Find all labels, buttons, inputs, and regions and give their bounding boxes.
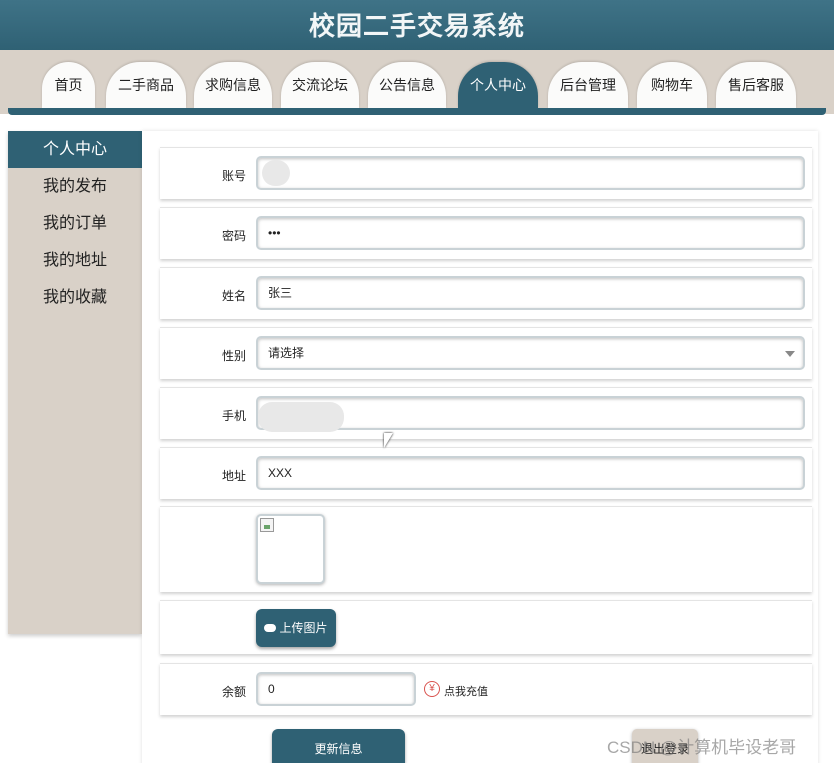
name-label: 姓名	[221, 289, 246, 303]
gender-select-value: 请选择	[268, 346, 305, 360]
redacted-account	[262, 160, 290, 186]
gender-select[interactable]: 请选择	[256, 336, 805, 370]
name-row: 姓名 张三	[160, 267, 812, 319]
app-title: 校园二手交易系统	[308, 11, 525, 41]
watermark: CSDN @计算机毕设老哥	[607, 738, 797, 757]
sidebar: 个人中心 我的发布 我的订单 我的地址 我的收藏	[8, 131, 142, 634]
sidebar-item-my-orders[interactable]: 我的订单	[8, 205, 142, 242]
address-row: 地址 XXX	[160, 447, 812, 499]
tab-home[interactable]: 首页	[42, 62, 95, 108]
balance-field: 0	[256, 672, 416, 706]
phone-row: 手机	[160, 387, 812, 439]
phone-label: 手机	[221, 409, 246, 423]
broken-image-icon	[260, 518, 274, 532]
avatar-preview	[256, 514, 325, 584]
balance-row: 余额 0 ¥ 点我充值	[160, 663, 812, 715]
sidebar-item-my-posts[interactable]: 我的发布	[8, 168, 142, 205]
sidebar-item-my-address[interactable]: 我的地址	[8, 242, 142, 279]
sidebar-item-my-favorites[interactable]: 我的收藏	[8, 279, 142, 316]
upload-image-button[interactable]: 上传图片	[256, 609, 336, 647]
account-row: 账号	[160, 147, 812, 199]
upload-label: 上传图片	[279, 621, 328, 635]
recharge-link[interactable]: 点我充值	[444, 683, 488, 699]
header-bar: 校园二手交易系统	[0, 0, 834, 50]
password-row: 密码 •••	[160, 207, 812, 259]
redacted-phone	[258, 402, 344, 432]
cloud-upload-icon	[264, 624, 277, 632]
address-label: 地址	[221, 469, 246, 483]
address-field[interactable]: XXX	[256, 456, 805, 490]
name-field[interactable]: 张三	[256, 276, 805, 310]
sidebar-item-personal-center[interactable]: 个人中心	[8, 131, 142, 168]
password-field[interactable]: •••	[256, 216, 805, 250]
update-info-button[interactable]: 更新信息	[272, 729, 405, 763]
avatar-row	[160, 506, 812, 592]
upload-row: 上传图片	[160, 600, 812, 654]
account-field[interactable]	[256, 156, 805, 190]
account-label: 账号	[221, 169, 246, 183]
nav-underline	[8, 108, 826, 115]
gender-row: 性别 请选择	[160, 327, 812, 379]
mouse-cursor-icon	[384, 433, 393, 448]
balance-label: 余额	[221, 685, 246, 699]
yen-icon[interactable]: ¥	[424, 681, 440, 697]
password-label: 密码	[221, 229, 246, 243]
gender-label: 性别	[221, 349, 246, 363]
chevron-down-icon	[785, 351, 795, 357]
